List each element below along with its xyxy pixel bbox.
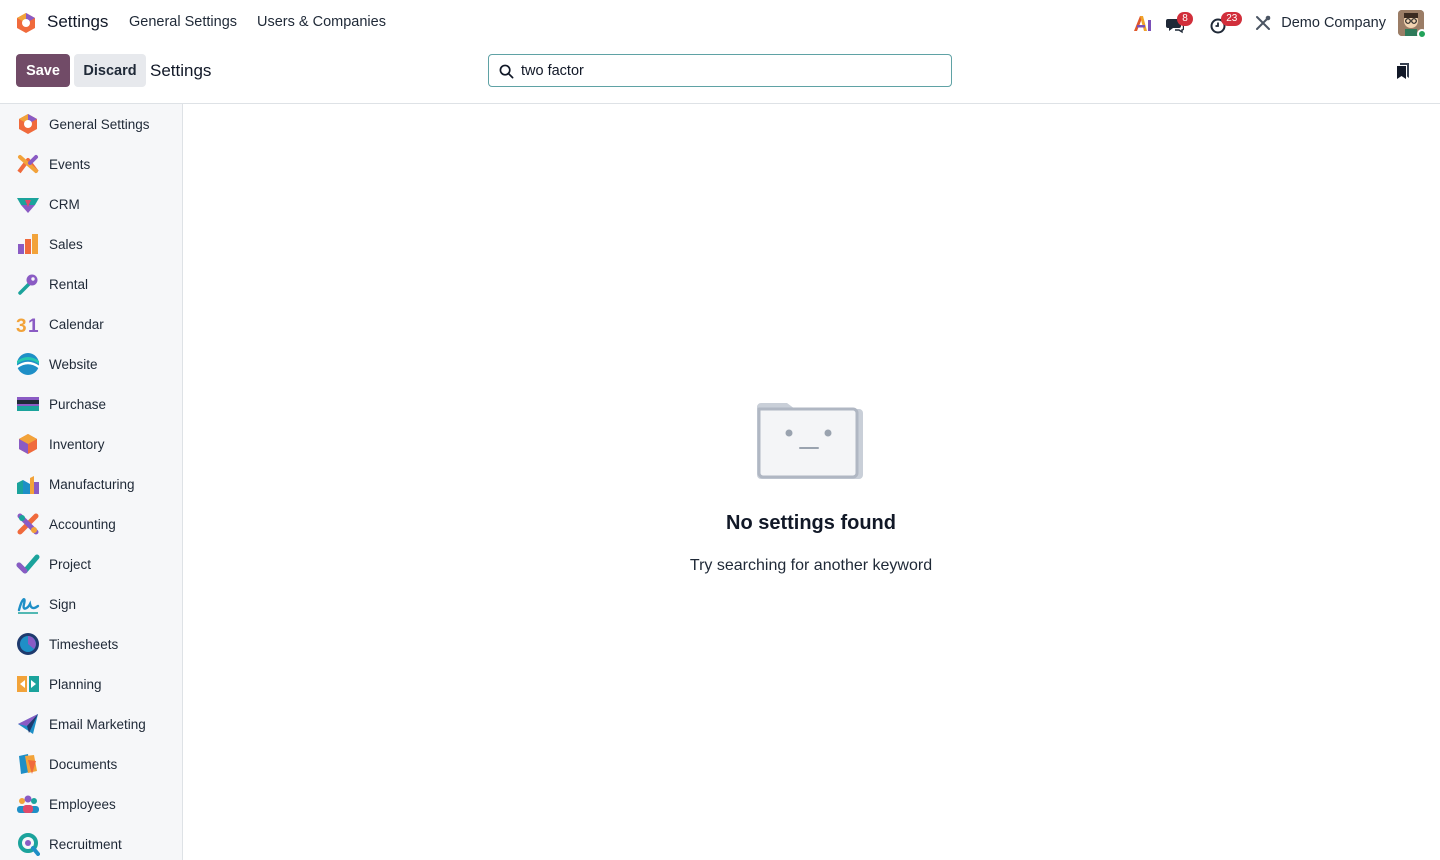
calendar-icon: 3 1 [16,316,39,336]
sidebar-item-inventory[interactable]: Inventory [0,424,182,464]
sidebar-item-planning[interactable]: Planning [0,664,182,704]
timesheets-icon [17,633,39,655]
empty-state-subtitle: Try searching for another keyword [689,557,933,574]
sidebar-item-accounting[interactable]: Accounting [0,504,182,544]
sidebar-item-label: Employees [49,796,116,812]
sidebar-item-sign[interactable]: Sign [0,584,182,624]
sidebar-item-recruitment[interactable]: Recruitment [0,824,182,860]
empty-state-title: No settings found [726,512,896,534]
search-input[interactable] [521,56,941,85]
sidebar-item-employees[interactable]: Employees [0,784,182,824]
svg-text:3: 3 [16,316,27,336]
sidebar-item-label: CRM [49,196,80,212]
sidebar-item-crm[interactable]: CRM [0,184,182,224]
discard-button[interactable]: Discard [74,54,146,87]
nav-menu: General Settings Users & Companies [129,14,386,30]
sidebar-item-label: Sales [49,236,83,252]
header-divider [0,103,1440,104]
save-button[interactable]: Save [16,54,70,87]
email-marketing-icon [18,714,38,734]
sidebar-item-label: Planning [49,676,102,692]
general-settings-icon [19,114,37,134]
rental-icon [18,274,38,295]
debug-tools-icon[interactable] [1254,14,1272,32]
messages-badge: 8 [1177,12,1193,26]
user-avatar[interactable] [1398,10,1427,39]
sidebar-item-calendar[interactable]: 3 1 Calendar [0,304,182,344]
purchase-icon [17,397,39,411]
activities-badge: 23 [1221,12,1243,26]
systray: 8 23 Demo Company [1132,9,1427,39]
sidebar-item-label: Calendar [49,316,104,332]
menu-general-settings[interactable]: General Settings [129,14,237,30]
events-icon [17,155,39,174]
sidebar-item-label: Manufacturing [49,476,135,492]
sidebar-item-website[interactable]: Website [0,344,182,384]
settings-search-box[interactable] [488,54,952,87]
recruitment-icon [18,833,40,856]
sidebar-item-project[interactable]: Project [0,544,182,584]
sidebar-item-label: Inventory [49,436,105,452]
ai-icon[interactable] [1132,12,1154,34]
page-title: Settings [150,61,212,80]
manufacturing-icon [17,476,39,494]
sidebar-item-label: Sign [49,596,77,612]
website-icon [16,353,40,375]
sidebar-item-sales[interactable]: Sales [0,224,182,264]
project-icon [16,554,40,574]
sidebar-item-label: Accounting [49,516,116,532]
planning-icon [17,676,39,692]
empty-folder-icon [757,403,863,479]
search-icon [499,64,514,79]
app-name[interactable]: Settings [47,12,108,32]
inventory-icon [19,434,37,454]
accounting-icon [17,513,39,535]
activities-button[interactable]: 23 [1210,12,1243,34]
settings-sidebar: General Settings Events CRM Sales Rental… [0,104,183,860]
crm-icon [17,198,39,213]
top-navbar: Settings General Settings Users & Compan… [0,0,1440,46]
sidebar-item-documents[interactable]: Documents [0,744,182,784]
sidebar-item-label: Documents [49,756,118,772]
sidebar-item-events[interactable]: Events [0,144,182,184]
online-status-dot [1417,29,1427,39]
sidebar-item-purchase[interactable]: Purchase [0,384,182,424]
sidebar-item-general-settings[interactable]: General Settings [0,104,182,144]
sidebar-item-label: Purchase [49,396,107,412]
sidebar-item-label: Events [49,156,91,172]
sidebar-item-label: Website [49,356,98,372]
documents-icon [19,754,37,774]
company-switcher[interactable]: Demo Company [1281,15,1386,31]
svg-text:1: 1 [28,316,39,336]
sidebar-item-label: Rental [49,276,89,292]
sidebar-item-rental[interactable]: Rental [0,264,182,304]
sales-icon [18,234,38,254]
bookmark-icon[interactable] [1395,62,1411,80]
sidebar-item-label: Recruitment [49,836,122,852]
employees-icon [17,795,39,813]
menu-users-companies[interactable]: Users & Companies [257,14,386,30]
sidebar-item-manufacturing[interactable]: Manufacturing [0,464,182,504]
odoo-settings-logo-icon[interactable] [15,12,37,34]
sidebar-item-timesheets[interactable]: Timesheets [0,624,182,664]
sidebar-item-email-marketing[interactable]: Email Marketing [0,704,182,744]
sidebar-item-label: General Settings [49,116,150,132]
sidebar-item-label: Project [49,556,92,572]
messages-button[interactable]: 8 [1166,12,1193,34]
sidebar-item-label: Timesheets [49,636,119,652]
sign-icon [17,598,40,614]
sidebar-item-label: Email Marketing [49,716,146,732]
